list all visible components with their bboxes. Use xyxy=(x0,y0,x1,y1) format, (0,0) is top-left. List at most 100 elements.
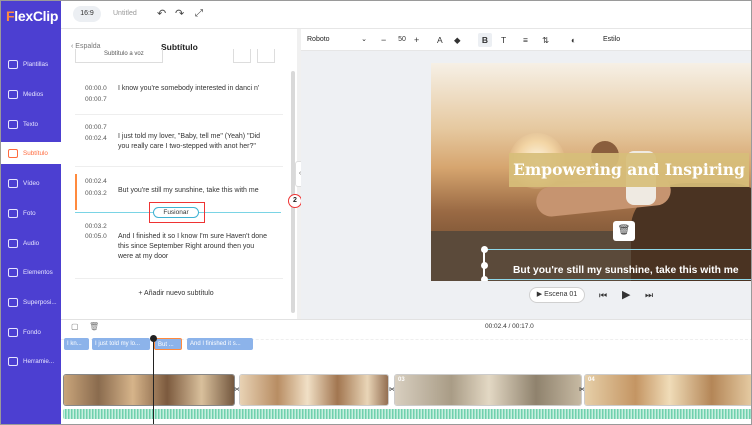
subtitle-text[interactable]: I know you're somebody interested in dan… xyxy=(118,84,268,94)
subtitle-clip[interactable]: I just told my lo... xyxy=(92,338,150,350)
sidebar-item-label: Superposi... xyxy=(23,298,57,306)
previous-icon[interactable]: ⏮ xyxy=(599,289,607,301)
sidebar-item-label: Medios xyxy=(23,90,44,98)
sidebar-item[interactable]: Vídeo xyxy=(1,172,61,194)
trash-icon[interactable]: 🗑 xyxy=(613,221,635,241)
font-size-input[interactable]: 50 xyxy=(391,33,413,47)
scene-number: 03 xyxy=(398,377,405,383)
delete-all-icon[interactable] xyxy=(257,49,275,63)
sidebar-item[interactable]: Plantillas xyxy=(1,53,61,75)
size-decrease-button[interactable]: − xyxy=(381,33,386,47)
handle-dot[interactable] xyxy=(481,246,488,253)
app-logo: FlexClip xyxy=(6,8,59,24)
bold-icon[interactable]: B xyxy=(478,33,492,47)
video-preview[interactable]: Empowering and Inspiring 🗑 But you're st… xyxy=(431,63,751,281)
end-time[interactable]: 00:02.4 xyxy=(85,135,107,142)
end-time[interactable]: 00:05.0 xyxy=(85,233,107,240)
handle-dot[interactable] xyxy=(481,262,488,269)
overlay-icon xyxy=(8,297,18,307)
sidebar-item-label: Texto xyxy=(23,120,39,128)
play-icon[interactable]: ▶ xyxy=(622,289,630,301)
underline-icon[interactable]: T xyxy=(501,33,506,47)
selection-top xyxy=(486,249,751,250)
video-icon xyxy=(8,178,18,188)
sidebar-item[interactable]: Subtítulo xyxy=(1,142,61,164)
text-color-icon[interactable]: A xyxy=(437,33,443,47)
top-toolbar: 16:9 Untitled ↶ ↷ ⤢ xyxy=(61,1,751,29)
sidebar-item[interactable]: Texto xyxy=(1,113,61,135)
templates-icon xyxy=(8,59,18,69)
photo-icon xyxy=(8,208,18,218)
fullscreen-icon[interactable]: ⤢ xyxy=(195,8,203,20)
sidebar-item-label: Herramie... xyxy=(23,357,55,365)
style-button[interactable]: Estilo xyxy=(603,33,620,47)
start-time[interactable]: 00:03.2 xyxy=(85,223,107,230)
subtitle-caption[interactable]: But you're still my sunshine, take this … xyxy=(513,265,749,277)
canvas-area: Empowering and Inspiring 🗑 But you're st… xyxy=(301,51,751,319)
redo-icon[interactable]: ↷ xyxy=(175,8,184,20)
subtitle-text[interactable]: I just told my lover, "Baby, tell me" (Y… xyxy=(118,132,268,152)
sidebar-item-label: Subtítulo xyxy=(23,149,48,157)
step-badge: 2 xyxy=(288,194,302,208)
chevron-down-icon: ⌄ xyxy=(361,36,367,43)
align-center-icon[interactable]: ≡ xyxy=(523,33,528,47)
subtitle-icon xyxy=(8,148,18,158)
sidebar-item-label: Plantillas xyxy=(23,60,49,68)
tools-icon xyxy=(8,356,18,366)
subtitle-clip-active[interactable]: But ... xyxy=(154,338,182,350)
add-subtitle-button[interactable]: + Añadir nuevo subtítulo xyxy=(61,290,291,297)
opacity-icon[interactable]: ◐ xyxy=(571,33,576,47)
subtitle-text[interactable]: But you're still my sunshine, take this … xyxy=(118,186,268,196)
sidebar-item[interactable]: Herramie... xyxy=(1,350,61,372)
spacing-icon[interactable]: ⇅ xyxy=(542,33,549,47)
project-title[interactable]: Untitled xyxy=(113,10,137,17)
play-icon: ▶ xyxy=(536,291,545,298)
sidebar-item[interactable]: Superposi... xyxy=(1,291,61,313)
caption-icon[interactable]: ▢ xyxy=(71,322,79,331)
sidebar-item[interactable]: Medios xyxy=(1,83,61,105)
subtitle-clip[interactable]: And I finished it s... xyxy=(187,338,253,350)
sidebar-item[interactable]: Audio xyxy=(1,232,61,254)
subtitle-text[interactable]: And I finished it so I know I'm sure Hav… xyxy=(118,232,268,262)
scene-clip[interactable] xyxy=(63,374,235,406)
app-window: FlexClip Plantillas Medios Texto Subtítulo V… xyxy=(0,0,752,425)
subtitle-to-voice-button[interactable]: Subtítulo a voz xyxy=(75,49,163,63)
timeline-time: 00:02.4 / 00:17.0 xyxy=(485,323,534,330)
aspect-ratio-button[interactable]: 16:9 xyxy=(73,6,101,22)
end-time[interactable]: 00:00.7 xyxy=(85,96,107,103)
trash-icon[interactable]: 🗑 xyxy=(89,322,99,331)
sidebar-item[interactable]: Elementos xyxy=(1,261,61,283)
subtitle-clip[interactable]: I kn... xyxy=(64,338,89,350)
subtitle-entry[interactable]: 00:00.7 00:02.4 I just told my lover, "B… xyxy=(75,121,283,167)
sidebar-item[interactable]: Fondo xyxy=(1,321,61,343)
scene-clip[interactable] xyxy=(239,374,389,406)
undo-icon[interactable]: ↶ xyxy=(157,8,166,20)
scene-button[interactable]: ▶ Escena 01 xyxy=(529,287,585,303)
download-icon[interactable] xyxy=(233,49,251,63)
text-toolbar: Roboto ⌄ − 50 + A ◆ B T ≡ ⇅ ◐ Estilo xyxy=(301,29,751,51)
playhead[interactable] xyxy=(153,337,154,424)
title-text[interactable]: Empowering and Inspiring xyxy=(509,153,749,187)
start-time[interactable]: 00:00.7 xyxy=(85,124,107,131)
sidebar-item-label: Audio xyxy=(23,239,40,247)
subtitle-track: I kn... I just told my lo... But ... And… xyxy=(61,338,751,350)
subtitle-entry[interactable]: 00:00.0 00:00.7 I know you're somebody i… xyxy=(75,79,283,115)
elements-icon xyxy=(8,267,18,277)
start-time[interactable]: 00:02.4 xyxy=(85,178,107,185)
font-select[interactable]: Roboto ⌄ xyxy=(307,33,369,47)
scene-clip[interactable]: 04 xyxy=(584,374,751,406)
end-time[interactable]: 00:03.2 xyxy=(85,190,107,197)
next-icon[interactable]: ⏭ xyxy=(645,289,653,301)
audio-track[interactable] xyxy=(63,409,751,419)
sidebar-item-label: Fondo xyxy=(23,328,41,336)
playhead-handle[interactable] xyxy=(150,335,157,342)
scene-clip[interactable]: 03 xyxy=(394,374,582,406)
highlight-color-icon[interactable]: ◆ xyxy=(454,33,461,47)
handle-dot[interactable] xyxy=(481,276,488,281)
panel-scrollbar[interactable] xyxy=(291,71,295,313)
subtitle-entry[interactable]: 00:03.2 00:05.0 And I finished it so I k… xyxy=(75,219,283,279)
start-time[interactable]: 00:00.0 xyxy=(85,85,107,92)
sidebar-item[interactable]: Foto xyxy=(1,202,61,224)
size-increase-button[interactable]: + xyxy=(414,33,419,47)
subtitle-panel: ‹ Espalda Subtítulo Subtítulo a voz 00:0… xyxy=(61,29,297,319)
